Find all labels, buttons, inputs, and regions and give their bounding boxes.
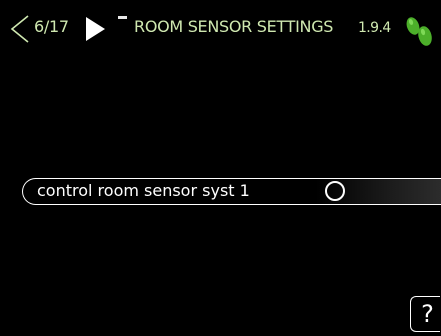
chevron-left-icon[interactable]	[6, 14, 34, 44]
setting-label: control room sensor syst 1	[37, 181, 250, 200]
triangle-right-icon[interactable]	[84, 16, 106, 42]
help-button[interactable]: ?	[410, 296, 440, 332]
page-title: ROOM SENSOR SETTINGS	[134, 17, 334, 36]
menu-dash-icon	[118, 16, 127, 19]
radio-toggle[interactable]	[325, 181, 345, 201]
control-room-sensor-setting[interactable]: control room sensor syst 1	[22, 178, 441, 205]
menu-number: 1.9.4	[358, 20, 391, 36]
leaves-logo-icon	[406, 17, 432, 46]
header-bar: 6/17 ROOM SENSOR SETTINGS 1.9.4	[0, 0, 441, 50]
page-counter: 6/17	[34, 17, 69, 36]
